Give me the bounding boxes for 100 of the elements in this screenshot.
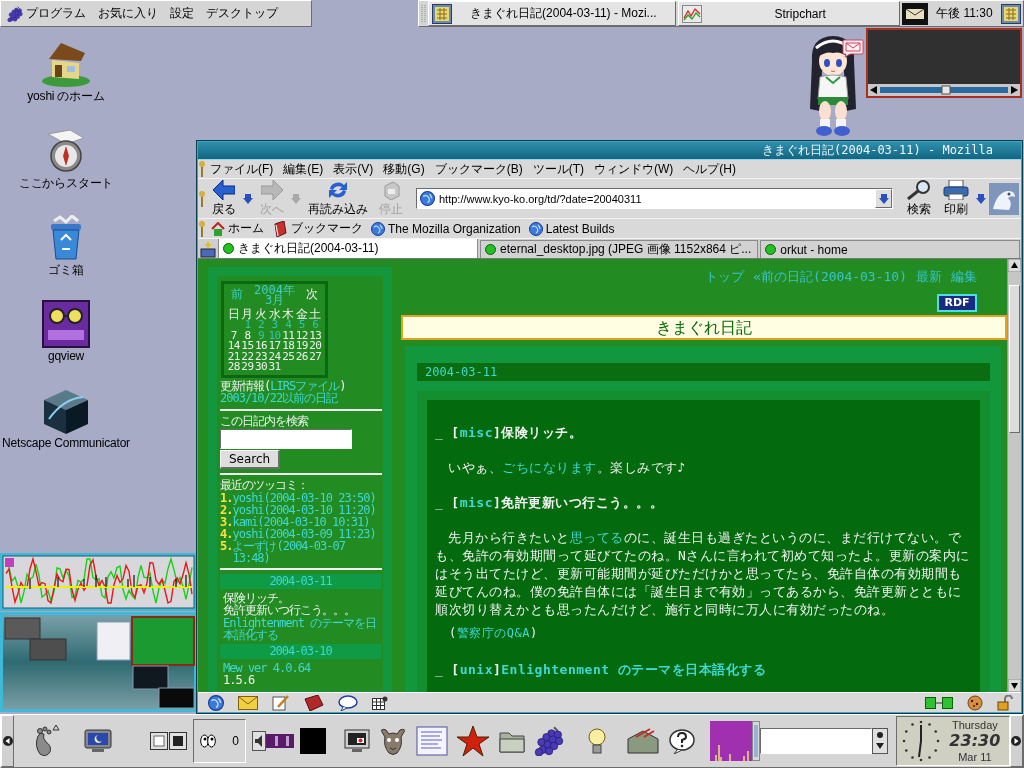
chat-icon[interactable] — [338, 694, 358, 711]
task-button[interactable]: Stripchart — [677, 1, 900, 26]
anchor-link[interactable]: _ — [435, 662, 444, 677]
reload-button[interactable]: 再読み込み — [304, 179, 372, 218]
drag-handle-icon[interactable] — [752, 721, 760, 761]
menu-button[interactable]: プログラム — [3, 2, 94, 25]
category-link[interactable]: Enlightenment のテーマを日本語化する — [501, 662, 767, 677]
arrow-down-icon[interactable] — [976, 193, 986, 204]
pencil-icon[interactable] — [272, 694, 290, 711]
search-button[interactable]: 検索 — [902, 179, 936, 218]
category-link[interactable]: unix — [459, 662, 493, 677]
scroll-down-icon[interactable] — [1008, 679, 1021, 692]
address-bar[interactable]: http://www.kyo-ko.org/td/?date=20040311 — [416, 188, 893, 209]
mail-icon[interactable] — [901, 2, 928, 25]
scrollbar-thumb[interactable] — [1009, 285, 1020, 433]
menu-item[interactable]: ウィンドウ(W) — [589, 160, 679, 178]
rdf-badge[interactable]: RDF — [937, 294, 977, 312]
task-button[interactable]: きまぐれ日記(2004-03-11) - Mozi... — [428, 1, 676, 26]
logo-icon[interactable] — [989, 182, 1019, 215]
screens-icon[interactable] — [150, 730, 189, 752]
scroll-up-icon[interactable] — [1008, 259, 1021, 272]
back-button[interactable]: 戻る — [208, 179, 240, 218]
menu-item[interactable]: 表示(V) — [328, 160, 379, 178]
window-thumbnail[interactable] — [4, 617, 41, 640]
icon-label[interactable]: yoshi のホーム — [27, 88, 105, 105]
window-list-icon[interactable] — [1001, 3, 1021, 24]
category-link[interactable]: misc — [459, 495, 493, 510]
monitor-icon[interactable] — [344, 729, 370, 753]
drag-handle-icon[interactable] — [421, 3, 426, 24]
url-field[interactable]: http://www.kyo-ko.org/td/?date=20040311 — [439, 192, 871, 205]
next-month-link[interactable]: 次 — [306, 285, 318, 299]
padlock-icon[interactable] — [997, 694, 1013, 711]
grapes-icon[interactable] — [7, 5, 23, 22]
cube-icon[interactable] — [43, 389, 89, 435]
menu-button[interactable]: 設定 — [166, 2, 202, 25]
bookmark-link[interactable]: Latest Builds — [526, 221, 617, 236]
lightbulb-icon[interactable] — [586, 727, 608, 755]
command-field[interactable] — [760, 728, 872, 754]
gnu-head-icon[interactable] — [378, 726, 408, 756]
spin-arrows-icon[interactable] — [872, 728, 888, 754]
icon-label[interactable]: Netscape Communicator — [2, 436, 130, 450]
star-icon[interactable] — [456, 725, 490, 757]
window-thumbnail[interactable] — [158, 687, 195, 709]
text-link[interactable]: 警察庁のQ&A — [456, 626, 530, 640]
grapes-icon[interactable] — [534, 726, 564, 756]
envelope-icon[interactable] — [238, 695, 258, 710]
workspace-pager[interactable] — [0, 612, 197, 712]
search-button[interactable]: Search — [220, 450, 281, 469]
panel-clock[interactable]: 午後 11:30 — [929, 5, 999, 22]
menu-button[interactable]: お気に入り — [94, 2, 166, 25]
menu-item[interactable]: 編集(E) — [278, 160, 329, 178]
window-thumbnail[interactable] — [132, 665, 169, 690]
grippy-icon[interactable] — [199, 220, 205, 237]
anchor-link[interactable]: _ — [435, 425, 444, 440]
text-link[interactable]: 思ってる — [569, 530, 624, 545]
bookmark-link[interactable]: The Mozilla Organization — [369, 221, 523, 236]
date-heading: 2004-03-10 — [220, 643, 381, 659]
grippy-icon[interactable] — [199, 161, 205, 177]
window-thumbnail[interactable] — [29, 638, 67, 661]
grid-icon[interactable] — [372, 695, 388, 710]
help-icon[interactable] — [668, 728, 696, 754]
anchor-link[interactable]: _ — [435, 495, 444, 510]
menu-item[interactable]: 移動(G) — [378, 160, 430, 178]
grippy-icon[interactable] — [199, 190, 205, 207]
arrow-down-icon[interactable] — [243, 193, 253, 204]
icon-label[interactable]: gqview — [47, 349, 85, 363]
bookmarks-button[interactable]: ブックマーク — [270, 220, 365, 237]
book-icon[interactable] — [304, 694, 324, 711]
arrow-down-icon[interactable] — [878, 193, 889, 204]
panel-hide-button[interactable] — [1, 715, 15, 767]
new-tab-icon[interactable] — [200, 242, 216, 258]
print-button[interactable]: 印刷 — [939, 179, 973, 218]
tab[interactable]: orkut - home — [760, 240, 1021, 258]
toolbox-icon[interactable] — [626, 727, 660, 755]
weekday-label: 金 — [294, 308, 309, 320]
menu-item[interactable]: ツール(T) — [527, 160, 589, 178]
window-thumbnail[interactable] — [96, 621, 131, 661]
cookie-icon[interactable] — [967, 694, 983, 711]
tab[interactable]: きまぐれ日記(2004-03-11) — [218, 239, 478, 258]
glasses-icon[interactable] — [42, 300, 90, 348]
menu-button[interactable]: デスクトップ — [202, 2, 286, 25]
icon-label[interactable]: ここからスタート — [18, 175, 114, 192]
day-number: 20 — [308, 341, 323, 352]
trash-icon[interactable] — [48, 215, 84, 261]
window-icon[interactable] — [432, 3, 452, 24]
speaker-icon[interactable] — [252, 731, 266, 751]
home-button[interactable]: ホーム — [209, 220, 266, 237]
url-dropdown-button[interactable] — [875, 189, 892, 208]
menu-item[interactable]: ブックマーク(B) — [429, 160, 528, 178]
clock-weekday: Thursday — [951, 718, 998, 732]
text-link[interactable]: ごちになります — [502, 460, 597, 475]
mail-bubble-icon[interactable] — [842, 39, 864, 58]
document-icon[interactable] — [416, 726, 448, 756]
tab[interactable]: eternal_desktop.jpg (JPEG 画像 1152x864 ピ... — [480, 240, 759, 258]
window-thumbnail[interactable] — [131, 616, 195, 666]
category-link[interactable]: misc — [459, 425, 493, 440]
icon-label[interactable]: ゴミ箱 — [48, 262, 84, 279]
menu-item[interactable]: ヘルプ(H) — [678, 160, 741, 178]
search-field[interactable] — [220, 429, 352, 449]
menu-item[interactable]: ファイル(F) — [205, 160, 279, 178]
